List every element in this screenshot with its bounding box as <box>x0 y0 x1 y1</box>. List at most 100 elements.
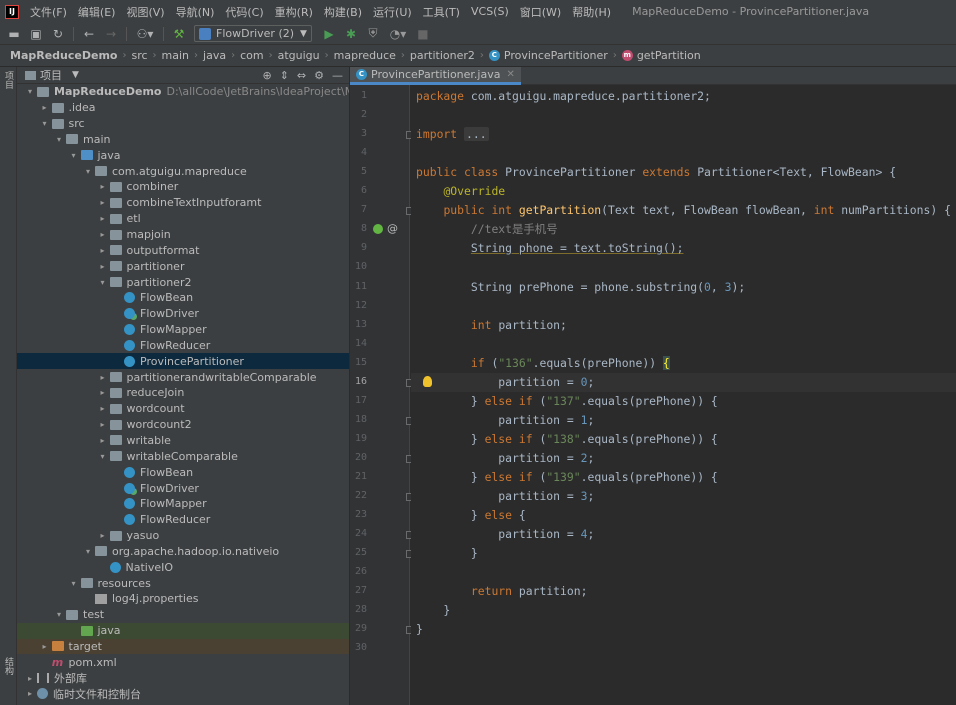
tree-item[interactable]: ▸ combiner <box>17 179 349 195</box>
chevron-right-icon[interactable]: ▸ <box>96 230 110 239</box>
breadcrumb-java[interactable]: java <box>203 49 226 62</box>
implements-method-icon[interactable] <box>373 224 383 235</box>
menu-tools[interactable]: 工具(T) <box>418 4 466 20</box>
chevron-right-icon[interactable]: ▸ <box>96 404 110 413</box>
tree-item[interactable]: ▸ target <box>17 638 349 655</box>
tree-item[interactable]: ▸ wordcount2 <box>17 417 349 433</box>
sync-icon[interactable]: ↻ <box>50 26 66 42</box>
breadcrumb-main[interactable]: main <box>162 49 189 62</box>
back-icon[interactable]: ← <box>81 26 97 42</box>
tree-item[interactable]: ▸FlowBean <box>17 290 349 306</box>
tree-item[interactable]: ▸ wordcount <box>17 401 349 417</box>
tree-item[interactable]: ▸ outputformat <box>17 242 349 258</box>
collapse-all-icon[interactable]: ⇔ <box>297 69 306 82</box>
tree-item[interactable]: ▾ partitioner2 <box>17 274 349 290</box>
tree-item[interactable]: ▸ProvincePartitioner <box>17 353 349 370</box>
menu-file[interactable]: 文件(F) <box>25 4 73 20</box>
menu-window[interactable]: 窗口(W) <box>515 4 567 20</box>
tree-item[interactable]: ▾ resources <box>17 575 349 591</box>
menu-refactor[interactable]: 重构(R) <box>270 4 319 20</box>
tree-item[interactable]: ▸ yasuo <box>17 528 349 544</box>
breadcrumb-com[interactable]: com <box>240 49 264 62</box>
tree-item[interactable]: ▾ writableComparable <box>17 448 349 464</box>
chevron-down-icon[interactable]: ▼ <box>72 70 79 80</box>
tree-item[interactable]: ▾ MapReduceDemo D:\allCode\JetBrains\IdeaP… <box>17 84 349 100</box>
chevron-down-icon[interactable]: ▾ <box>52 135 66 144</box>
tree-item[interactable]: ▸ reduceJoin <box>17 385 349 401</box>
tree-item[interactable]: ▸mpom.xml <box>17 654 349 670</box>
tree-item[interactable]: ▸ partitionerandwritableComparable <box>17 369 349 385</box>
menu-navigate[interactable]: 导航(N) <box>171 4 221 20</box>
chevron-right-icon[interactable]: ▸ <box>23 674 37 683</box>
tree-item[interactable]: ▸ partitioner <box>17 258 349 274</box>
chevron-down-icon[interactable]: ▾ <box>52 610 66 619</box>
chevron-right-icon[interactable]: ▸ <box>96 531 110 540</box>
tree-item[interactable]: ▸ 外部库 <box>17 670 349 686</box>
hide-icon[interactable]: — <box>332 69 343 82</box>
tree-item[interactable]: ▾ org.apache.hadoop.io.nativeio <box>17 543 349 559</box>
chevron-right-icon[interactable]: ▸ <box>38 103 52 112</box>
menu-view[interactable]: 视图(V) <box>121 4 170 20</box>
chevron-down-icon[interactable]: ▾ <box>96 452 110 461</box>
expand-all-icon[interactable]: ⇕ <box>280 69 289 82</box>
debug-icon[interactable]: ✱ <box>343 26 359 42</box>
tree-item[interactable]: ▸FlowReducer <box>17 338 349 354</box>
chevron-right-icon[interactable]: ▸ <box>96 262 110 271</box>
tree-item[interactable]: ▸FlowMapper <box>17 496 349 512</box>
save-all-icon[interactable]: ▣ <box>28 26 44 42</box>
profile-icon[interactable]: ◔▾ <box>387 26 409 42</box>
menu-code[interactable]: 代码(C) <box>220 4 269 20</box>
chevron-right-icon[interactable]: ▸ <box>96 214 110 223</box>
forward-icon[interactable]: → <box>103 26 119 42</box>
chevron-right-icon[interactable]: ▸ <box>96 182 110 191</box>
chevron-down-icon[interactable]: ▾ <box>81 167 95 176</box>
breadcrumb-method[interactable]: getPartition <box>637 49 701 62</box>
chevron-down-icon[interactable]: ▾ <box>67 579 81 588</box>
tree-item[interactable]: ▸ .idea <box>17 100 349 116</box>
stop-icon[interactable]: ■ <box>415 26 431 42</box>
chevron-down-icon[interactable]: ▾ <box>67 151 81 160</box>
breadcrumb-partitioner2[interactable]: partitioner2 <box>410 49 475 62</box>
menu-run[interactable]: 运行(U) <box>368 4 418 20</box>
run-configuration-select[interactable]: FlowDriver (2) ▼ <box>194 25 312 42</box>
tree-item[interactable]: ▸java <box>17 622 349 639</box>
breadcrumb-project[interactable]: MapReduceDemo <box>10 49 117 62</box>
chevron-down-icon[interactable]: ▾ <box>23 87 37 96</box>
tree-item[interactable]: ▸log4j.properties <box>17 591 349 607</box>
chevron-right-icon[interactable]: ▸ <box>96 436 110 445</box>
chevron-right-icon[interactable]: ▸ <box>38 642 52 651</box>
build-hammer-icon[interactable]: ⚒ <box>171 26 187 42</box>
breadcrumb-atguigu[interactable]: atguigu <box>278 49 320 62</box>
tree-item[interactable]: ▾ com.atguigu.mapreduce <box>17 163 349 179</box>
tree-item[interactable]: ▸ etl <box>17 211 349 227</box>
chevron-down-icon[interactable]: ▾ <box>38 119 52 128</box>
chevron-down-icon[interactable]: ▾ <box>81 547 95 556</box>
breadcrumb-mapreduce[interactable]: mapreduce <box>334 49 396 62</box>
tree-item[interactable]: ▸FlowReducer <box>17 512 349 528</box>
tree-item[interactable]: ▸NativeIO <box>17 559 349 575</box>
tree-item[interactable]: ▸ mapjoin <box>17 227 349 243</box>
chevron-down-icon[interactable]: ▾ <box>96 278 110 287</box>
code-editor[interactable]: package com.atguigu.mapreduce.partitione… <box>411 85 956 705</box>
tree-item[interactable]: ▾ src <box>17 116 349 132</box>
chevron-right-icon[interactable]: ▸ <box>23 689 37 698</box>
tree-item[interactable]: ▾ java <box>17 147 349 163</box>
vcs-user-icon[interactable]: ⚇▾ <box>134 26 156 42</box>
chevron-right-icon[interactable]: ▸ <box>96 420 110 429</box>
override-at-icon[interactable]: @ <box>387 222 398 235</box>
breadcrumb-src[interactable]: src <box>131 49 147 62</box>
intention-bulb-icon[interactable] <box>423 375 432 387</box>
chevron-right-icon[interactable]: ▸ <box>96 373 110 382</box>
tree-item[interactable]: ▸FlowBean <box>17 464 349 480</box>
tree-item[interactable]: ▸ writable <box>17 433 349 449</box>
menu-vcs[interactable]: VCS(S) <box>466 5 515 18</box>
stripe-tab-structure[interactable]: 结构 <box>2 657 15 675</box>
tree-item[interactable]: ▾ test <box>17 607 349 623</box>
tree-item[interactable]: ▸FlowDriver <box>17 480 349 496</box>
tree-item[interactable]: ▸FlowMapper <box>17 322 349 338</box>
open-folder-icon[interactable]: ▬ <box>6 26 22 42</box>
stripe-tab-project[interactable]: 项目 <box>2 71 15 89</box>
gear-icon[interactable]: ⚙ <box>314 69 324 82</box>
menu-edit[interactable]: 编辑(E) <box>73 4 122 20</box>
menu-help[interactable]: 帮助(H) <box>567 4 617 20</box>
